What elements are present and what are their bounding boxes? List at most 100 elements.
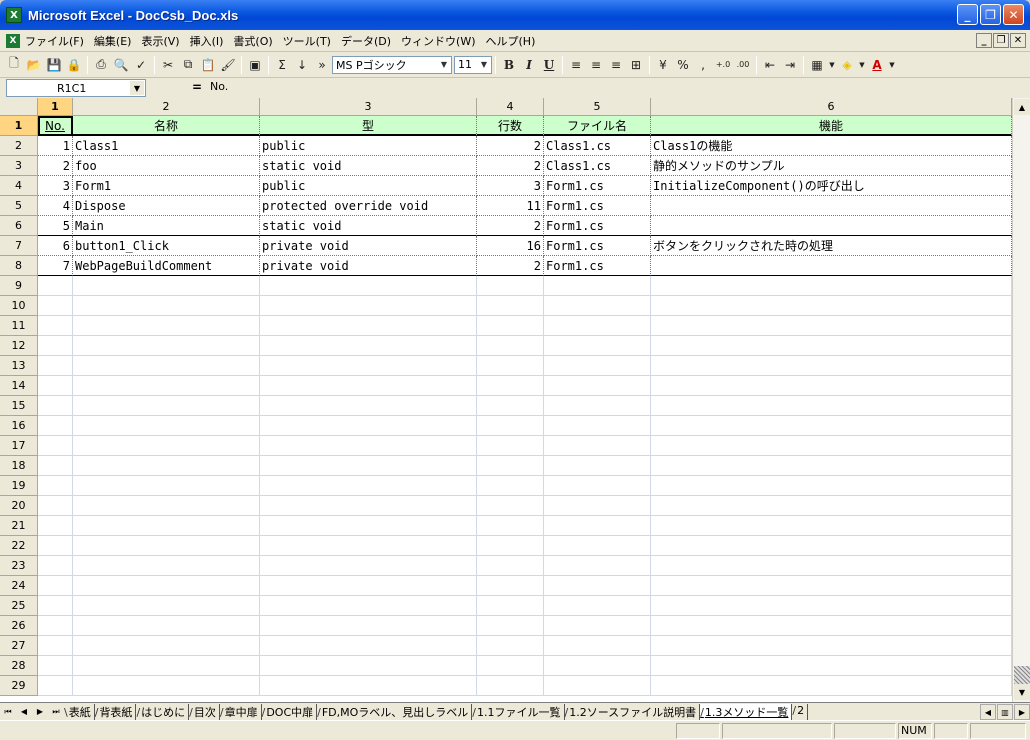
data-cell[interactable]: 3 <box>38 176 73 196</box>
empty-cell[interactable] <box>477 536 544 556</box>
empty-cell[interactable] <box>651 516 1012 536</box>
menu-file[interactable]: ファイル(F) <box>20 33 89 49</box>
data-cell[interactable]: 5 <box>38 216 73 236</box>
empty-cell[interactable] <box>477 596 544 616</box>
increase-indent-icon[interactable]: ⇥ <box>780 55 800 75</box>
empty-cell[interactable] <box>477 416 544 436</box>
empty-cell[interactable] <box>73 636 260 656</box>
empty-cell[interactable] <box>651 436 1012 456</box>
menu-help[interactable]: ヘルプ(H) <box>481 33 541 49</box>
data-cell[interactable]: Form1.cs <box>544 256 651 276</box>
empty-cell[interactable] <box>38 296 73 316</box>
empty-cell[interactable] <box>651 376 1012 396</box>
maximize-button[interactable]: ❐ <box>980 4 1001 25</box>
row-header[interactable]: 24 <box>0 576 38 596</box>
data-cell[interactable]: ボタンをクリックされた時の処理 <box>651 236 1012 256</box>
empty-cell[interactable] <box>477 276 544 296</box>
empty-cell[interactable] <box>477 376 544 396</box>
empty-cell[interactable] <box>651 676 1012 696</box>
empty-cell[interactable] <box>260 556 477 576</box>
menu-view[interactable]: 表示(V) <box>136 33 184 49</box>
empty-cell[interactable] <box>544 436 651 456</box>
row-header[interactable]: 3 <box>0 156 38 176</box>
empty-cell[interactable] <box>651 656 1012 676</box>
menu-format[interactable]: 書式(O) <box>228 33 277 49</box>
data-cell[interactable] <box>651 256 1012 276</box>
empty-cell[interactable] <box>38 416 73 436</box>
empty-cell[interactable] <box>73 556 260 576</box>
data-cell[interactable]: Class1 <box>73 136 260 156</box>
header-cell[interactable]: 機能 <box>651 116 1012 136</box>
data-cell[interactable]: Form1.cs <box>544 176 651 196</box>
empty-cell[interactable] <box>651 296 1012 316</box>
decrease-decimal-button[interactable]: .00 <box>733 55 753 75</box>
menu-insert[interactable]: 挿入(I) <box>185 33 229 49</box>
data-cell[interactable]: button1_Click <box>73 236 260 256</box>
menu-tools[interactable]: ツール(T) <box>278 33 336 49</box>
header-cell[interactable]: 名称 <box>73 116 260 136</box>
comma-button[interactable]: , <box>693 55 713 75</box>
data-cell[interactable]: 7 <box>38 256 73 276</box>
toolbar-options-icon[interactable]: » <box>312 55 332 75</box>
align-center-icon[interactable]: ≡ <box>586 55 606 75</box>
permission-icon[interactable]: 🔒 <box>64 55 84 75</box>
prev-sheet-icon[interactable]: ◀ <box>16 704 32 720</box>
data-cell[interactable]: 2 <box>477 216 544 236</box>
empty-cell[interactable] <box>477 336 544 356</box>
empty-cell[interactable] <box>38 356 73 376</box>
empty-cell[interactable] <box>73 416 260 436</box>
data-cell[interactable]: static void <box>260 216 477 236</box>
row-header[interactable]: 21 <box>0 516 38 536</box>
copy-icon[interactable]: ⧉ <box>178 55 198 75</box>
data-cell[interactable]: foo <box>73 156 260 176</box>
empty-cell[interactable] <box>38 456 73 476</box>
fill-color-icon[interactable]: ◈ <box>837 55 857 75</box>
empty-cell[interactable] <box>260 396 477 416</box>
print-icon[interactable]: ⎙ <box>91 55 111 75</box>
empty-cell[interactable] <box>38 556 73 576</box>
data-cell[interactable]: protected override void <box>260 196 477 216</box>
empty-cell[interactable] <box>477 316 544 336</box>
empty-cell[interactable] <box>260 456 477 476</box>
vertical-scrollbar[interactable]: ▲ ▼ <box>1012 98 1030 702</box>
empty-cell[interactable] <box>477 456 544 476</box>
doc-close-button[interactable]: ✕ <box>1010 33 1026 48</box>
data-cell[interactable]: 2 <box>477 156 544 176</box>
data-cell[interactable]: Class1.cs <box>544 156 651 176</box>
sheet-tab[interactable]: FD,MOラベル、見出しラベル <box>317 703 473 720</box>
row-header[interactable]: 14 <box>0 376 38 396</box>
print-preview-icon[interactable]: 🔍 <box>111 55 131 75</box>
header-cell[interactable]: ファイル名 <box>544 116 651 136</box>
data-cell[interactable] <box>651 216 1012 236</box>
empty-cell[interactable] <box>544 376 651 396</box>
data-cell[interactable]: Class1の機能 <box>651 136 1012 156</box>
currency-icon[interactable]: ¥ <box>653 55 673 75</box>
data-cell[interactable]: 11 <box>477 196 544 216</box>
empty-cell[interactable] <box>73 396 260 416</box>
empty-cell[interactable] <box>544 576 651 596</box>
sheet-tab[interactable]: 章中扉 <box>220 703 262 720</box>
empty-cell[interactable] <box>544 636 651 656</box>
empty-cell[interactable] <box>73 336 260 356</box>
empty-cell[interactable] <box>38 396 73 416</box>
row-header[interactable]: 10 <box>0 296 38 316</box>
empty-cell[interactable] <box>38 436 73 456</box>
autosum-button[interactable]: Σ <box>272 55 292 75</box>
row-header[interactable]: 25 <box>0 596 38 616</box>
menu-window[interactable]: ウィンドウ(W) <box>396 33 480 49</box>
row-header[interactable]: 5 <box>0 196 38 216</box>
merge-center-icon[interactable]: ⊞ <box>626 55 646 75</box>
empty-cell[interactable] <box>260 316 477 336</box>
row-header[interactable]: 4 <box>0 176 38 196</box>
empty-cell[interactable] <box>38 536 73 556</box>
row-header[interactable]: 20 <box>0 496 38 516</box>
empty-cell[interactable] <box>651 576 1012 596</box>
empty-cell[interactable] <box>477 636 544 656</box>
empty-cell[interactable] <box>38 516 73 536</box>
data-cell[interactable]: Form1.cs <box>544 196 651 216</box>
data-cell[interactable]: 1 <box>38 136 73 156</box>
cut-icon[interactable]: ✂ <box>158 55 178 75</box>
scroll-left-icon[interactable]: ◀ <box>980 704 996 720</box>
data-cell[interactable]: 4 <box>38 196 73 216</box>
sheet-tab[interactable]: 背表紙 <box>95 703 137 720</box>
